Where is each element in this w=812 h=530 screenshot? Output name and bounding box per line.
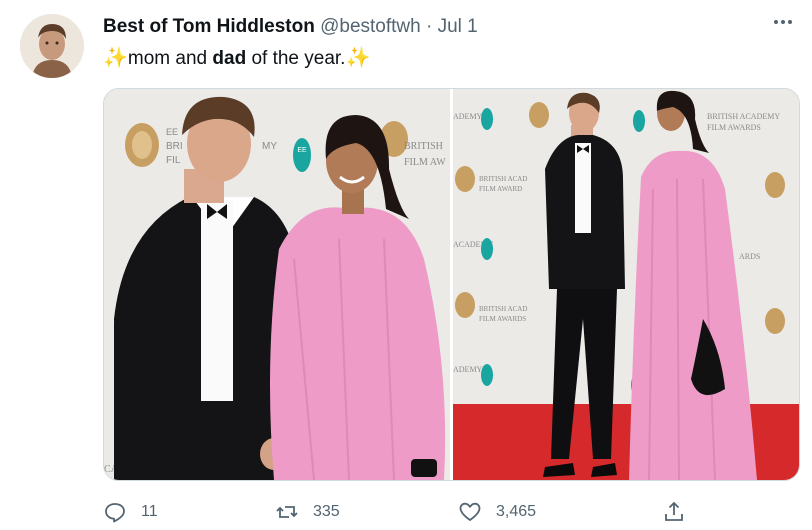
reply-count: 11 — [141, 503, 158, 520]
tweet-actions: 11 335 3,465 — [103, 498, 703, 526]
share-icon — [665, 501, 683, 521]
backdrop-text: BRI — [166, 141, 183, 152]
like-count: 3,465 — [496, 503, 537, 520]
bafta-mask-logo — [529, 102, 549, 128]
bafta-mask-logo — [455, 292, 475, 318]
tweet-text-bold: dad — [212, 48, 247, 69]
backdrop-text: BRITISH ACAD — [479, 305, 527, 313]
like-button[interactable]: 3,465 — [458, 498, 536, 526]
reply-icon — [105, 503, 125, 523]
backdrop-text: ADEMY — [453, 112, 483, 121]
more-options-icon[interactable] — [768, 12, 798, 36]
author-handle[interactable]: @bestoftwh — [320, 16, 421, 37]
bafta-mask-logo — [125, 123, 159, 167]
photo-left[interactable]: EE BRI FIL MY EE BRITISH FILM AW CAD — [104, 89, 450, 480]
tweet-media[interactable]: EE BRI FIL MY EE BRITISH FILM AW CAD — [103, 88, 800, 481]
tweet-header: Best of Tom Hiddleston @bestoftwh · Jul … — [103, 15, 478, 39]
author-name[interactable]: Best of Tom Hiddleston — [103, 16, 315, 37]
tweet-date[interactable]: Jul 1 — [438, 16, 478, 37]
backdrop-text: EE — [166, 127, 178, 137]
ee-logo: EE — [293, 138, 311, 172]
share-button[interactable] — [662, 498, 700, 526]
header-separator: · — [426, 16, 433, 37]
bafta-mask-logo — [765, 308, 785, 334]
backdrop-text: FILM AWARDS — [707, 123, 761, 132]
author-avatar[interactable] — [20, 14, 84, 78]
bafta-mask-logo — [765, 172, 785, 198]
backdrop-text: BRITISH ACAD — [479, 175, 527, 183]
sparkles-icon: ✨ — [345, 47, 371, 69]
backdrop-text: FILM AW — [404, 157, 446, 168]
backdrop-text: FILM AWARDS — [479, 315, 526, 323]
backdrop-text: BRITISH ACADEMY — [707, 112, 780, 121]
backdrop-text: ADEMY — [453, 365, 483, 374]
backdrop-text: MY — [262, 141, 277, 152]
retweet-count: 335 — [313, 503, 340, 520]
ee-logo — [633, 110, 645, 132]
bafta-mask-logo — [455, 166, 475, 192]
svg-text:EE: EE — [297, 147, 307, 154]
backdrop-text: ARDS — [739, 252, 760, 261]
ee-logo — [481, 238, 493, 260]
tweet-text-part-2: of the year. — [246, 48, 346, 69]
tweet-text-part-1: mom and — [127, 48, 213, 69]
backdrop-text: BRITISH — [404, 141, 443, 152]
sparkles-icon: ✨ — [103, 47, 128, 69]
ee-logo — [481, 364, 493, 386]
tweet-text: ✨mom and dad of the year.✨ — [103, 45, 370, 72]
photo-right[interactable]: ADEMY BRITISH ACADEMY FILM AWARDS BRITIS… — [453, 89, 799, 480]
like-icon — [459, 502, 481, 521]
ee-logo — [481, 108, 493, 130]
retweet-button[interactable]: 335 — [275, 498, 340, 526]
retweet-icon — [276, 506, 298, 518]
backdrop-text: FILM AWARD — [479, 185, 522, 193]
backdrop-text: FIL — [166, 155, 181, 166]
reply-button[interactable]: 11 — [103, 498, 158, 526]
